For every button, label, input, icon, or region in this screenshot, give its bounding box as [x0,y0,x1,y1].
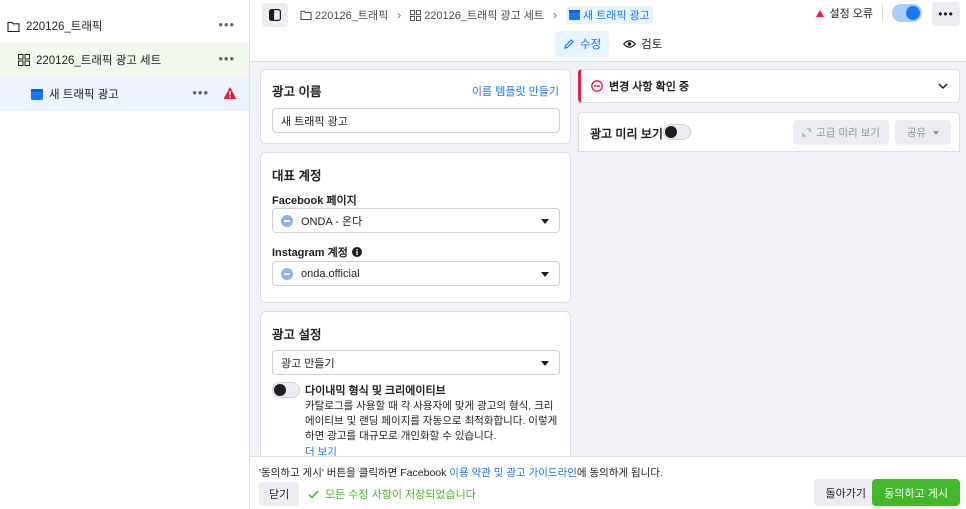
ad-setup-value: 광고 만들기 [281,357,335,370]
advanced-preview-label: 고급 미리 보기 [816,127,880,139]
tab-review[interactable]: 검토 [615,31,670,57]
ad-setup-title: 광고 설정 [272,328,322,342]
caret-down-icon [541,219,549,224]
ad-icon [31,88,43,100]
check-icon [308,489,319,499]
facebook-page-label: Facebook 페이지 [272,195,357,207]
change-review-text: 변경 사항 확인 중 [609,81,690,93]
instagram-account-label-text: Instagram 계정 [272,247,348,259]
ad-preview-panel: 광고 미리 보기 고급 미리 보기 공유 [578,112,960,152]
caret-down-icon [933,130,940,135]
breadcrumb-adset-label: 220126_트래픽 광고 세트 [424,10,544,22]
identity-title: 대표 계정 [272,169,322,183]
ad-name-value: 새 트래픽 광고 [281,115,348,128]
breadcrumb-campaign[interactable]: 220126_트래픽 [300,7,388,23]
terms-note-before: '동의하고 게시' 버튼을 클릭하면 Facebook [259,467,450,479]
minus-circle-icon [591,80,603,92]
status-area: 설정 오류 [816,4,922,22]
tab-edit-label: 수정 [580,39,602,51]
ad-icon [569,10,580,20]
share-label: 공유 [906,127,927,139]
top-bar: 220126_트래픽 › 220126_트래픽 광고 세트 › 새 트래픽 광고… [250,0,966,62]
ad-setup-card: 광고 설정 광고 만들기 다이내믹 형식 및 크리에이티브 카탈로그를 사용할 … [260,311,571,457]
breadcrumb-ad[interactable]: 새 트래픽 광고 [565,6,653,24]
error-status[interactable]: 설정 오류 [829,5,873,21]
ad-name-input[interactable]: 새 트래픽 광고 [272,108,560,133]
terms-link[interactable]: 이용 약관 및 광고 가이드라인 [449,467,577,479]
instagram-account-value: onda.official [301,267,360,280]
account-avatar-icon [281,267,293,280]
pencil-icon [564,39,574,49]
dynamic-creative-description: 카탈로그를 사용할 때 각 사용자에 맞게 광고의 형식, 크리에이티브 및 랜… [305,400,558,442]
dynamic-creative-title: 다이내믹 형식 및 크리에이티브 [305,385,446,397]
breadcrumb: 220126_트래픽 › 220126_트래픽 광고 세트 › 새 트래픽 광고 [300,5,653,25]
share-button[interactable]: 공유 [895,120,951,145]
advanced-preview-button[interactable]: 고급 미리 보기 [793,120,889,145]
mode-tabs: 수정 검토 [555,31,676,57]
more-options-icon[interactable]: ••• [218,18,235,32]
info-icon[interactable] [351,247,362,257]
facebook-page-value: ONDA - 온다 [301,215,363,228]
saved-status-text: 모든 수정 사항이 저장되었습니다 [325,489,476,501]
saved-status: 모든 수정 사항이 저장되었습니다 [308,486,476,502]
expand-icon [802,128,811,137]
footer-bar: '동의하고 게시' 버튼을 클릭하면 Facebook 이용 약관 및 광고 가… [250,456,966,509]
tree-item-campaign[interactable]: 220126_트래픽 ••• [0,9,249,43]
terms-note: '동의하고 게시' 버튼을 클릭하면 Facebook 이용 약관 및 광고 가… [259,465,663,480]
close-button[interactable]: 닫기 [259,482,300,506]
dynamic-creative-toggle[interactable] [272,382,300,398]
instagram-account-select[interactable]: onda.official [272,261,560,286]
chevron-right-icon: › [397,8,402,22]
tab-review-label: 검토 [641,39,663,51]
chevron-right-icon: › [552,8,557,22]
breadcrumb-adset[interactable]: 220126_트래픽 광고 세트 [410,7,544,23]
divider [882,4,883,22]
page-avatar-icon [281,214,293,227]
caret-down-icon [541,272,549,277]
tree-item-ad[interactable]: 새 트래픽 광고 ••• [0,77,249,111]
more-options-icon[interactable]: ••• [218,52,235,66]
terms-note-after: 에 동의하게 됩니다. [576,467,663,479]
panel-toggle-button[interactable] [262,3,288,27]
breadcrumb-campaign-label: 220126_트래픽 [315,10,389,22]
tree-item-adset[interactable]: 220126_트래픽 광고 세트 ••• [0,43,249,77]
create-name-template-link[interactable]: 이름 템플릿 만들기 [472,83,559,99]
warning-triangle-icon [816,9,825,17]
back-button[interactable]: 돌아가기 [813,479,878,506]
tree-item-adset-label: 220126_트래픽 광고 세트 [36,55,162,67]
change-review-banner[interactable]: 변경 사항 확인 중 [578,69,960,103]
eye-icon [623,40,637,48]
folder-icon [300,10,312,20]
tab-edit[interactable]: 수정 [555,31,610,57]
ad-setup-select[interactable]: 광고 만들기 [272,350,560,375]
grid-icon [410,9,422,21]
ad-name-title: 광고 이름 [272,85,322,99]
ad-name-card: 광고 이름 이름 템플릿 만들기 새 트래픽 광고 [260,69,571,144]
campaign-tree-sidebar: 220126_트래픽 ••• 220126_트래픽 광고 세트 ••• 새 트래… [0,0,250,509]
warning-icon [223,87,237,99]
publish-button[interactable]: 동의하고 게시 [872,479,960,506]
folder-icon [7,21,20,32]
ad-preview-title: 광고 미리 보기 [590,127,663,141]
caret-down-icon [541,361,549,366]
tree-item-ad-label: 새 트래픽 광고 [49,89,119,101]
ad-active-toggle[interactable] [892,4,922,22]
instagram-account-label: Instagram 계정 [272,244,362,260]
more-options-icon[interactable]: ••• [192,86,209,100]
identity-card: 대표 계정 Facebook 페이지 ONDA - 온다 Instagram 계… [260,152,571,303]
grid-icon [18,54,30,66]
facebook-page-select[interactable]: ONDA - 온다 [272,208,560,233]
ad-preview-toggle[interactable] [663,124,691,140]
tree-item-campaign-label: 220126_트래픽 [26,21,103,33]
breadcrumb-ad-label: 새 트래픽 광고 [582,10,650,22]
chevron-down-icon[interactable] [938,83,948,90]
more-options-button[interactable]: ••• [932,2,960,26]
sidebar-toggle-icon [269,9,281,21]
